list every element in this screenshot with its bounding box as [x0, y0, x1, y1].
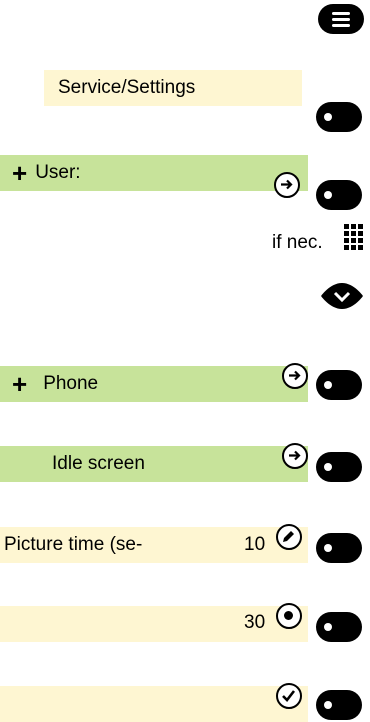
service-settings-label: Service/Settings: [58, 77, 196, 98]
edit-pencil-icon: [276, 524, 302, 550]
navigation-key-icon[interactable]: [320, 282, 364, 310]
plus-icon: +: [12, 369, 28, 399]
softkey-service-settings[interactable]: [316, 102, 362, 132]
arrow-right-icon: [282, 363, 308, 389]
arrow-right-icon: [274, 172, 300, 198]
plus-icon: +: [12, 158, 28, 188]
softkey-idle-screen[interactable]: [316, 452, 362, 482]
phone-label: Phone: [43, 373, 99, 394]
service-settings-item[interactable]: Service/Settings: [44, 70, 302, 106]
softkey-picture-time[interactable]: [316, 533, 362, 563]
option-30-value: 30: [244, 612, 266, 633]
if-necessary-text: if nec.: [272, 232, 323, 253]
phone-item[interactable]: + Phone: [0, 366, 308, 402]
idle-screen-label: Idle screen: [52, 453, 145, 474]
softkey-phone[interactable]: [316, 370, 362, 400]
softkey-option-30[interactable]: [316, 612, 362, 642]
checkmark-icon: [276, 683, 302, 709]
softkey-user[interactable]: [316, 180, 362, 210]
dialpad-icon: [344, 224, 366, 250]
confirm-item[interactable]: [0, 686, 308, 722]
arrow-right-icon: [282, 443, 308, 469]
user-item[interactable]: + User:: [0, 155, 308, 191]
softkey-confirm[interactable]: [316, 690, 362, 720]
user-label: User:: [35, 162, 81, 183]
menu-key-icon[interactable]: [318, 4, 364, 34]
idle-screen-item[interactable]: Idle screen: [0, 446, 308, 482]
radio-selected-icon: [276, 603, 302, 629]
picture-time-label: Picture time (se-: [4, 534, 143, 555]
picture-time-value: 10: [244, 534, 266, 555]
